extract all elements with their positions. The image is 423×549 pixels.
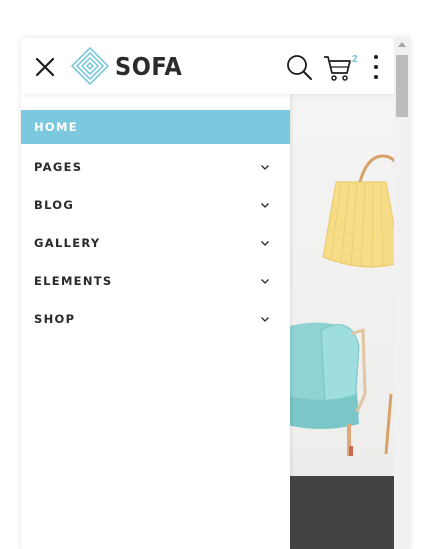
menu-item-gallery[interactable]: GALLERY xyxy=(21,224,290,262)
menu-item-shop[interactable]: SHOP xyxy=(21,300,290,338)
search-icon[interactable] xyxy=(285,53,313,81)
side-menu: HOME PAGES BLOG GALLERY ELEMENTS SHOP xyxy=(21,94,290,549)
menu-item-pages[interactable]: PAGES xyxy=(21,148,290,186)
menu-item-label: BLOG xyxy=(34,198,75,212)
logo-diamond-icon xyxy=(71,47,109,85)
chevron-down-icon[interactable] xyxy=(260,200,270,210)
menu-item-label: SHOP xyxy=(34,312,76,326)
close-icon[interactable] xyxy=(33,55,57,79)
more-vertical-icon[interactable] xyxy=(369,52,383,82)
menu-item-home[interactable]: HOME xyxy=(21,110,290,144)
menu-item-label: GALLERY xyxy=(34,236,101,250)
menu-item-label: ELEMENTS xyxy=(34,274,113,288)
chevron-down-icon[interactable] xyxy=(260,238,270,248)
menu-item-blog[interactable]: BLOG xyxy=(21,186,290,224)
site-header: SOFA 2 xyxy=(21,38,394,94)
menu-item-elements[interactable]: ELEMENTS xyxy=(21,262,290,300)
logo-text: SOFA xyxy=(115,51,183,81)
chevron-down-icon[interactable] xyxy=(260,314,270,324)
chevron-down-icon[interactable] xyxy=(260,162,270,172)
page-viewport: SOFA 2 HOME PAGES BLOG GALLERY ELEMENTS … xyxy=(21,38,394,549)
scroll-up-arrow-icon[interactable] xyxy=(398,42,406,47)
scroll-thumb[interactable] xyxy=(396,55,408,117)
cart-icon[interactable] xyxy=(322,52,352,82)
chevron-down-icon[interactable] xyxy=(260,276,270,286)
browser-frame: SOFA 2 HOME PAGES BLOG GALLERY ELEMENTS … xyxy=(21,38,410,549)
menu-item-label: PAGES xyxy=(34,160,83,174)
menu-list: HOME PAGES BLOG GALLERY ELEMENTS SHOP xyxy=(21,110,290,338)
cart-count-badge: 2 xyxy=(352,54,358,65)
menu-item-label: HOME xyxy=(34,120,78,134)
vertical-scrollbar[interactable] xyxy=(394,38,410,549)
logo[interactable]: SOFA xyxy=(71,47,182,85)
